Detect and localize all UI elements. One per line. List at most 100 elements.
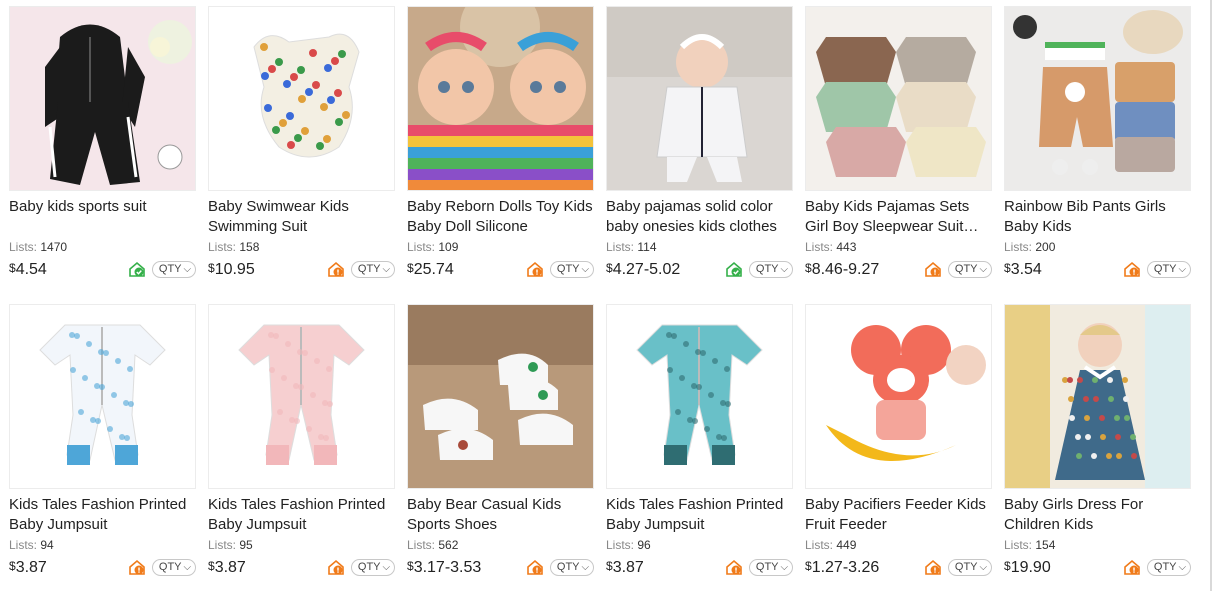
currency-symbol: $ [9,261,16,275]
price-row: $3.54 QTY ⌵ [1004,259,1191,279]
lists-count: Lists: 449 [805,538,992,552]
product-title[interactable]: Baby Girls Dress For Children Kids [1004,495,1191,535]
lists-count: Lists: 443 [805,240,992,254]
qty-label: QTY [556,561,580,573]
product-price: $4.27-5.02 [606,258,725,280]
product-image[interactable] [805,6,992,191]
product-price: $8.46-9.27 [805,258,924,280]
currency-symbol: $ [208,261,215,275]
qty-dropdown[interactable]: QTY ⌵ [351,558,395,576]
warning-shield-icon [327,259,345,279]
chevron-down-icon: ⌵ [780,263,789,275]
chevron-down-icon: ⌵ [581,561,590,573]
product-image[interactable] [606,304,793,489]
product-card[interactable]: Baby Reborn Dolls Toy Kids Baby Doll Sil… [407,6,594,298]
product-price: $3.17-3.53 [407,556,526,578]
product-title[interactable]: Kids Tales Fashion Printed Baby Jumpsuit [9,495,196,535]
qty-dropdown[interactable]: QTY ⌵ [152,260,196,278]
product-image[interactable] [208,304,395,489]
qty-dropdown[interactable]: QTY ⌵ [1147,558,1191,576]
lists-value: 95 [239,538,253,552]
product-card[interactable]: Baby Swimwear Kids Swimming Suit Lists: … [208,6,395,298]
product-card[interactable]: Rainbow Bib Pants Girls Baby Kids Lists:… [1004,6,1191,298]
warning-shield-icon [1123,259,1141,279]
lists-value: 562 [438,538,459,552]
product-card[interactable]: Kids Tales Fashion Printed Baby Jumpsuit… [208,304,395,596]
lists-count: Lists: 154 [1004,538,1191,552]
product-title[interactable]: Baby Reborn Dolls Toy Kids Baby Doll Sil… [407,197,594,237]
currency-symbol: $ [805,261,812,275]
product-title[interactable]: Kids Tales Fashion Printed Baby Jumpsuit [606,495,793,535]
product-image[interactable] [1004,304,1191,489]
qty-dropdown[interactable]: QTY ⌵ [550,558,594,576]
price-value: 1.27-3.26 [811,559,880,576]
lists-value: 114 [637,240,657,254]
qty-dropdown[interactable]: QTY ⌵ [948,558,992,576]
qty-label: QTY [158,561,182,573]
lists-label: Lists: [606,538,635,552]
lists-value: 200 [1035,240,1056,254]
product-image[interactable] [1004,6,1191,191]
chevron-down-icon: ⌵ [382,561,391,573]
lists-label: Lists: [805,538,834,552]
price-value: 4.27-5.02 [612,261,681,278]
qty-label: QTY [755,561,779,573]
lists-count: Lists: 158 [208,240,395,254]
product-card[interactable]: Baby kids sports suit Lists: 1470 $4.54 … [9,6,196,298]
currency-symbol: $ [9,559,16,573]
price-row: $3.87 QTY ⌵ [208,557,395,577]
price-value: 3.87 [612,559,644,576]
qty-dropdown[interactable]: QTY ⌵ [351,260,395,278]
qty-dropdown[interactable]: QTY ⌵ [152,558,196,576]
qty-dropdown[interactable]: QTY ⌵ [749,260,793,278]
qty-dropdown[interactable]: QTY ⌵ [948,260,992,278]
qty-label: QTY [158,263,182,275]
currency-symbol: $ [407,261,414,275]
product-title[interactable]: Rainbow Bib Pants Girls Baby Kids [1004,197,1191,237]
product-image[interactable] [805,304,992,489]
qty-dropdown[interactable]: QTY ⌵ [1147,260,1191,278]
qty-label: QTY [1153,263,1177,275]
lists-label: Lists: [1004,240,1033,254]
qty-label: QTY [556,263,580,275]
product-title[interactable]: Kids Tales Fashion Printed Baby Jumpsuit [208,495,395,535]
product-title[interactable]: Baby kids sports suit [9,197,196,237]
product-card[interactable]: Baby Kids Pajamas Sets Girl Boy Sleepwea… [805,6,992,298]
qty-label: QTY [357,561,381,573]
product-price: $3.54 [1004,258,1123,280]
chevron-down-icon: ⌵ [183,263,192,275]
product-title[interactable]: Baby Pacifiers Feeder Kids Fruit Feeder [805,495,992,535]
price-row: $3.87 QTY ⌵ [606,557,793,577]
product-image[interactable] [9,304,196,489]
qty-label: QTY [954,263,978,275]
product-title[interactable]: Baby Bear Casual Kids Sports Shoes [407,495,594,535]
product-card[interactable]: Baby pajamas solid color baby onesies ki… [606,6,793,298]
lists-value: 449 [836,538,857,552]
chevron-down-icon: ⌵ [979,561,988,573]
lists-label: Lists: [9,538,38,552]
product-title[interactable]: Baby Swimwear Kids Swimming Suit [208,197,395,237]
lists-value: 443 [836,240,857,254]
lists-value: 96 [637,538,651,552]
lists-value: 94 [40,538,54,552]
product-title[interactable]: Baby pajamas solid color baby onesies ki… [606,197,793,237]
price-value: 19.90 [1010,559,1051,576]
product-image[interactable] [407,6,594,191]
product-card[interactable]: Baby Pacifiers Feeder Kids Fruit Feeder … [805,304,992,596]
warning-shield-icon [725,557,743,577]
currency-symbol: $ [805,559,812,573]
qty-dropdown[interactable]: QTY ⌵ [749,558,793,576]
qty-label: QTY [1153,561,1177,573]
product-image[interactable] [9,6,196,191]
currency-symbol: $ [1004,261,1011,275]
product-card[interactable]: Kids Tales Fashion Printed Baby Jumpsuit… [9,304,196,596]
product-card[interactable]: Baby Girls Dress For Children Kids Lists… [1004,304,1191,596]
product-card[interactable]: Kids Tales Fashion Printed Baby Jumpsuit… [606,304,793,596]
product-title[interactable]: Baby Kids Pajamas Sets Girl Boy Sleepwea… [805,197,992,237]
product-image[interactable] [407,304,594,489]
product-image[interactable] [606,6,793,191]
product-image[interactable] [208,6,395,191]
lists-count: Lists: 94 [9,538,196,552]
product-card[interactable]: Baby Bear Casual Kids Sports Shoes Lists… [407,304,594,596]
qty-dropdown[interactable]: QTY ⌵ [550,260,594,278]
